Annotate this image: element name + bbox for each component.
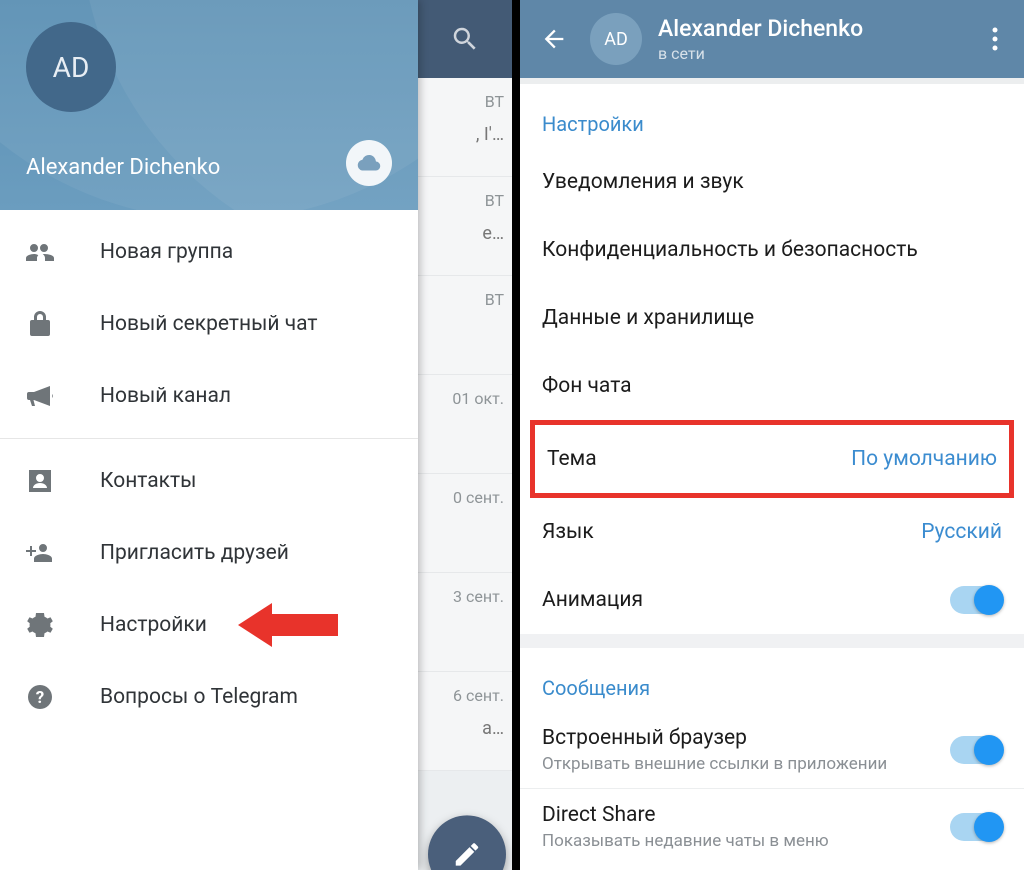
cloud-icon — [356, 154, 382, 172]
cloud-button[interactable] — [346, 140, 392, 186]
contact-icon — [26, 467, 54, 495]
row-label: Уведомления и звук — [542, 170, 1002, 194]
row-label: Анимация — [542, 588, 934, 612]
row-notifications[interactable]: Уведомления и звук — [520, 148, 1024, 216]
row-sublabel: Открывать внешние ссылки в приложении — [542, 754, 934, 774]
menu-label: Настройки — [100, 613, 207, 637]
back-arrow-icon — [540, 25, 568, 53]
pencil-icon — [452, 839, 482, 869]
row-language[interactable]: Язык Русский — [520, 498, 1024, 566]
menu-label: Вопросы о Telegram — [100, 685, 298, 709]
row-sublabel: Показывать недавние чаты в меню — [542, 831, 934, 851]
overflow-menu[interactable] — [980, 27, 1010, 51]
profile-status: в сети — [658, 44, 964, 63]
row-animation[interactable]: Анимация — [520, 566, 1024, 634]
chat-row[interactable]: ВТ — [418, 276, 512, 375]
chat-row[interactable]: ВТе… — [418, 177, 512, 276]
profile-name: Alexander Dichenko — [658, 15, 964, 42]
menu-faq[interactable]: ? Вопросы о Telegram — [0, 661, 418, 733]
row-label: Direct Share — [542, 803, 934, 827]
menu-contacts[interactable]: Контакты — [0, 445, 418, 517]
row-theme[interactable]: Тема По умолчанию — [535, 425, 1009, 493]
menu-new-channel[interactable]: Новый канал — [0, 360, 418, 432]
megaphone-icon — [26, 382, 54, 410]
back-button[interactable] — [534, 25, 574, 53]
menu-invite-friends[interactable]: Пригласить друзей — [0, 517, 418, 589]
section-header-settings: Настройки — [520, 84, 1024, 148]
drawer-header: AD Alexander Dichenko — [0, 0, 418, 210]
avatar[interactable]: AD — [26, 22, 116, 112]
chat-row[interactable]: 3 сент. — [418, 573, 512, 672]
more-vert-icon — [992, 27, 998, 51]
chat-row[interactable]: 6 сент.а… — [418, 672, 512, 771]
settings-appbar: AD Alexander Dichenko в сети — [520, 0, 1024, 78]
switch-animation[interactable] — [950, 586, 1002, 614]
chat-list-header — [418, 0, 512, 78]
row-chat-background[interactable]: Фон чата — [520, 352, 1024, 420]
compose-fab[interactable] — [428, 815, 506, 870]
row-privacy[interactable]: Конфиденциальность и безопасность — [520, 216, 1024, 284]
row-label: Данные и хранилище — [542, 306, 1002, 330]
menu-new-group[interactable]: Новая группа — [0, 216, 418, 288]
row-label: Язык — [542, 520, 905, 544]
menu-label: Новый канал — [100, 384, 231, 408]
avatar-initials: AD — [53, 51, 90, 84]
avatar-initials: AD — [604, 29, 628, 50]
appbar-title: Alexander Dichenko в сети — [658, 15, 964, 63]
menu-new-secret-chat[interactable]: Новый секретный чат — [0, 288, 418, 360]
invite-icon — [26, 539, 54, 567]
highlight-annotation: Тема По умолчанию — [530, 420, 1014, 498]
menu-label: Пригласить друзей — [100, 541, 289, 565]
row-label: Конфиденциальность и безопасность — [542, 238, 1002, 262]
menu-label: Новый секретный чат — [100, 312, 318, 336]
drawer-user-name: Alexander Dichenko — [26, 155, 220, 180]
menu-settings[interactable]: Настройки — [0, 589, 418, 661]
lock-icon — [26, 310, 54, 338]
menu-label: Контакты — [100, 469, 196, 493]
gear-icon — [26, 611, 54, 639]
section-header-messages: Сообщения — [520, 634, 1024, 712]
svg-text:?: ? — [36, 688, 44, 708]
group-icon — [26, 238, 54, 266]
appbar-avatar[interactable]: AD — [590, 13, 642, 65]
row-label: Встроенный браузер — [542, 726, 934, 750]
row-label: Фон чата — [542, 374, 1002, 398]
row-direct-share[interactable]: Direct Share Показывать недавние чаты в … — [520, 789, 1024, 865]
row-label: Тема — [547, 447, 835, 471]
row-inapp-browser[interactable]: Встроенный браузер Открывать внешние ссы… — [520, 712, 1024, 788]
help-icon: ? — [26, 683, 54, 711]
chat-row[interactable]: 0 сент. — [418, 474, 512, 573]
settings-list[interactable]: Настройки Уведомления и звук Конфиденциа… — [520, 78, 1024, 870]
search-icon[interactable] — [450, 24, 480, 54]
chat-row[interactable]: 01 окт. — [418, 375, 512, 474]
row-value: Русский — [921, 520, 1002, 544]
switch-direct-share[interactable] — [950, 813, 1002, 841]
arrow-annotation — [238, 603, 338, 647]
menu-label: Новая группа — [100, 240, 233, 264]
switch-browser[interactable] — [950, 736, 1002, 764]
chat-row[interactable]: ВТ, I'… — [418, 78, 512, 177]
navigation-drawer: AD Alexander Dichenko Новая группа Новый… — [0, 0, 418, 870]
row-data-storage[interactable]: Данные и хранилище — [520, 284, 1024, 352]
chat-list-partial: ВТ, I'… ВТе… ВТ 01 окт. 0 сент. 3 сент. … — [418, 0, 512, 870]
divider — [0, 438, 418, 439]
drawer-menu: Новая группа Новый секретный чат Новый к… — [0, 210, 418, 733]
row-value: По умолчанию — [851, 447, 997, 471]
